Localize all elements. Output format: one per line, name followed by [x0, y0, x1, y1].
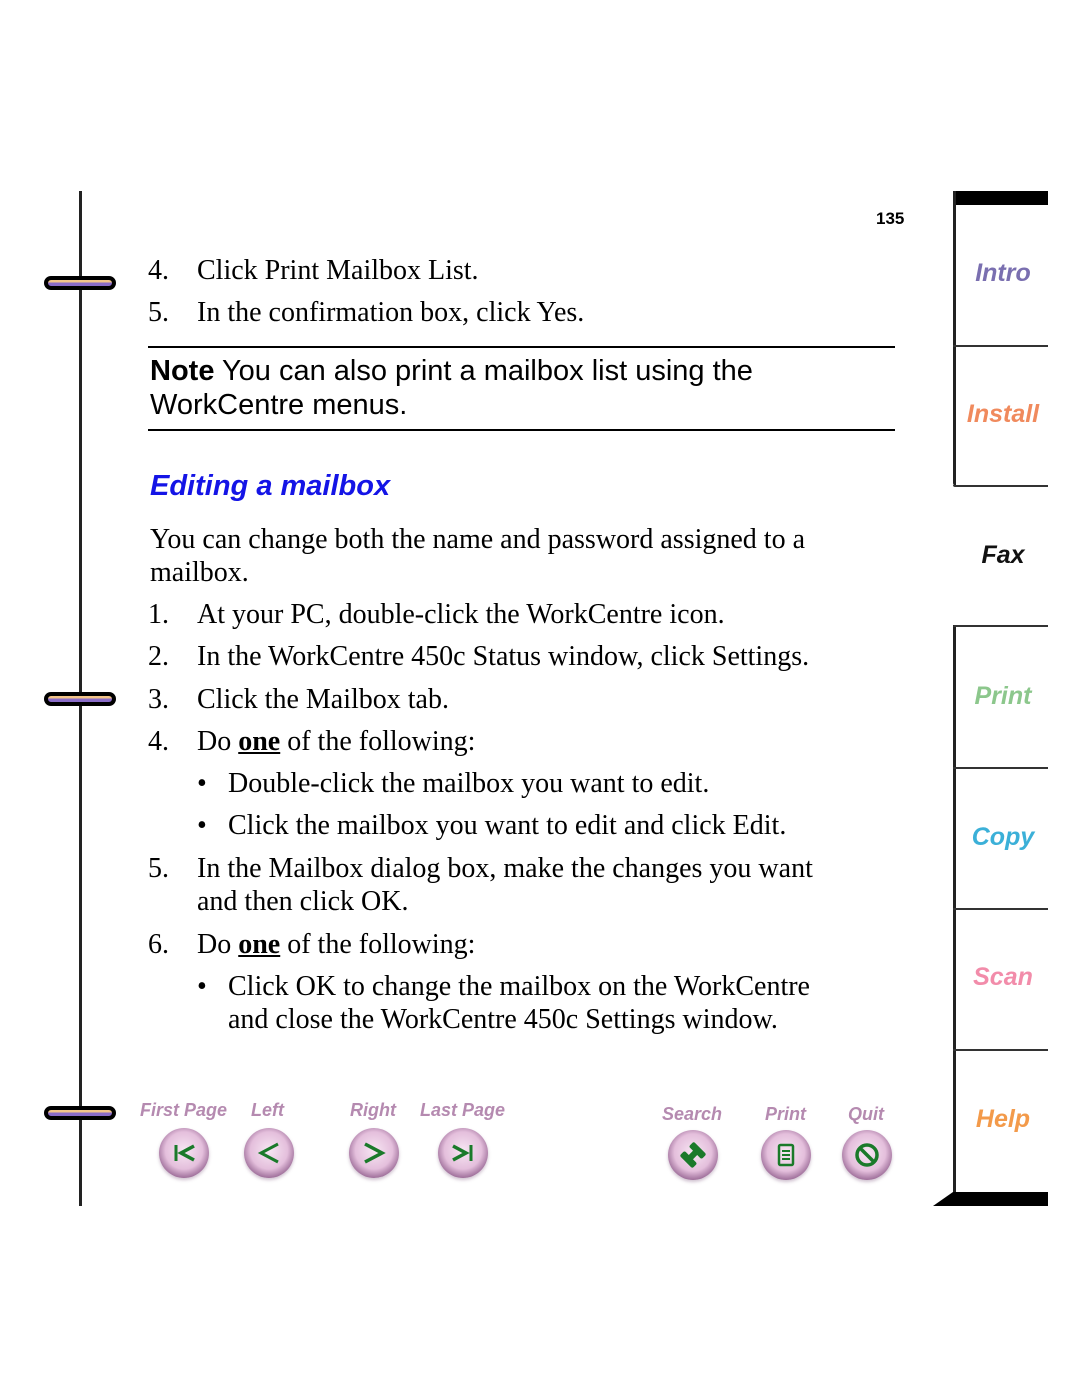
section-heading: Editing a mailbox [150, 470, 391, 502]
bullet-text: Double-click the mailbox you want to edi… [228, 768, 710, 799]
tab-divider [953, 767, 1048, 769]
no-entry-icon [855, 1143, 879, 1167]
bullet-text: and close the WorkCentre 450c Settings w… [228, 1004, 778, 1035]
note-label: Note [150, 355, 215, 387]
tab-intro[interactable]: Intro [953, 259, 1053, 288]
tab-bar-bottom [933, 1192, 1048, 1206]
bullet-text: Click the mailbox you want to edit and c… [228, 810, 787, 841]
tab-divider [953, 345, 1048, 347]
tab-divider [953, 1049, 1048, 1051]
print-button[interactable] [761, 1130, 811, 1180]
step-number: 2. [148, 641, 169, 672]
emphasis-text: one [238, 929, 281, 960]
left-label: Left [251, 1100, 284, 1120]
step-number: 6. [148, 929, 169, 960]
chevron-right-icon [364, 1142, 386, 1164]
first-page-label: First Page [140, 1100, 228, 1120]
tab-help[interactable]: Help [953, 1105, 1053, 1134]
binder-ring [44, 692, 116, 706]
step-text: At your PC, double-click the WorkCentre … [197, 599, 725, 630]
search-button[interactable] [668, 1130, 718, 1180]
step-text: and then click OK. [197, 886, 409, 917]
bullet-icon: • [197, 971, 207, 1002]
step-text: Click the Mailbox tab. [197, 684, 449, 715]
note-rule-top [148, 346, 895, 348]
tab-divider [953, 485, 1048, 487]
binoculars-icon [680, 1142, 706, 1168]
step-text: In the Mailbox dialog box, make the chan… [197, 853, 813, 884]
print-label: Print [765, 1104, 807, 1124]
emphasis-text: one [238, 726, 281, 757]
section-tabs: Intro Install Fax Print Copy Scan Help [933, 191, 1048, 1206]
note-box: Note You can also print a mailbox list u… [150, 354, 890, 422]
bullet-icon: • [197, 810, 207, 841]
tab-print[interactable]: Print [953, 682, 1053, 711]
page-number: 135 [876, 209, 905, 228]
step-text: of the following: [280, 726, 476, 757]
tab-divider [953, 908, 1048, 910]
step-text: of the following: [280, 929, 476, 960]
step-number: 5. [148, 853, 169, 884]
chevron-left-icon [257, 1142, 279, 1164]
step-text: In the confirmation box, click Yes. [197, 297, 585, 328]
bullet-icon: • [197, 768, 207, 799]
tab-bar-top [953, 191, 1048, 205]
next-page-button[interactable] [349, 1128, 399, 1178]
right-label: Right [350, 1100, 396, 1120]
document-icon [777, 1143, 795, 1167]
first-page-icon [174, 1144, 195, 1162]
step-text: Click Print Mailbox List. [197, 255, 479, 286]
step-number: 4. [148, 255, 169, 286]
step-number: 1. [148, 599, 169, 630]
binder-ring [44, 276, 116, 290]
quit-label: Quit [848, 1104, 884, 1124]
step-number: 4. [148, 726, 169, 757]
note-text: You can also print a mailbox list using … [150, 355, 753, 421]
search-label: Search [662, 1104, 723, 1124]
step-text: In the WorkCentre 450c Status window, cl… [197, 641, 810, 672]
tab-install[interactable]: Install [953, 400, 1053, 429]
note-rule-bottom [148, 429, 895, 431]
tab-fax[interactable]: Fax [953, 541, 1053, 570]
tab-divider [953, 625, 1048, 627]
last-page-icon [452, 1144, 473, 1162]
tab-copy[interactable]: Copy [953, 823, 1053, 852]
bullet-text: Click OK to change the mailbox on the Wo… [228, 971, 810, 1002]
last-page-label: Last Page [420, 1100, 506, 1120]
quit-button[interactable] [842, 1130, 892, 1180]
intro-line: You can change both the name and passwor… [150, 524, 806, 555]
tab-edge [953, 191, 956, 486]
step-text: Do [197, 726, 239, 757]
last-page-button[interactable] [438, 1128, 488, 1178]
step-text: Do [197, 929, 239, 960]
step-number: 5. [148, 297, 169, 328]
binder-ring [44, 1106, 116, 1120]
previous-page-button[interactable] [244, 1128, 294, 1178]
intro-line: mailbox. [150, 557, 249, 588]
first-page-button[interactable] [159, 1128, 209, 1178]
tab-scan[interactable]: Scan [953, 963, 1053, 992]
step-number: 3. [148, 684, 169, 715]
